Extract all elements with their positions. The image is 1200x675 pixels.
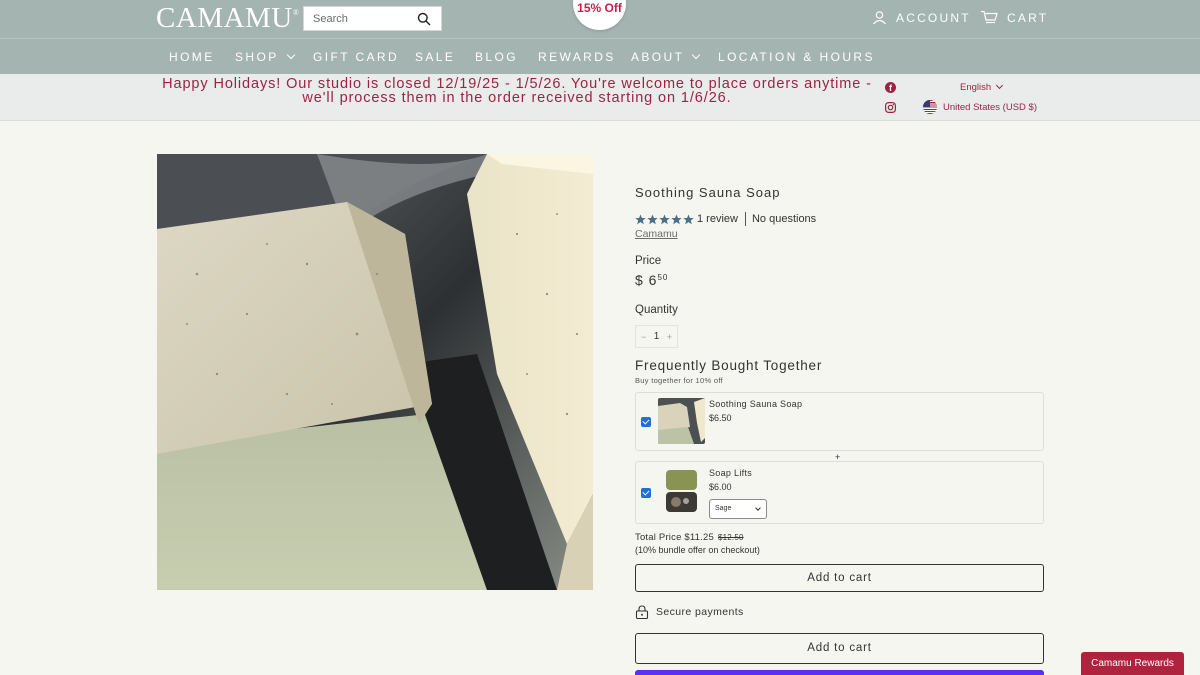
star-icon — [647, 213, 658, 224]
user-icon — [873, 11, 886, 25]
chevron-down-icon — [286, 50, 295, 60]
star-icon — [635, 213, 646, 224]
site-logo[interactable]: CAMAMU® — [156, 2, 299, 35]
rating-summary[interactable]: 1 review No questions — [635, 212, 816, 226]
soap-thumbnail-image — [658, 398, 705, 444]
facebook-icon[interactable]: f — [885, 82, 896, 93]
variant-selected-value: Sage — [715, 505, 732, 512]
price-dollars: $ 6 — [635, 272, 658, 288]
nav-item-shop[interactable]: SHOP — [235, 50, 295, 64]
language-label: English — [960, 82, 992, 93]
bundle-item: Soap Lifts $6.00 Sage — [635, 461, 1044, 524]
cart-label: CART — [1007, 10, 1049, 25]
currency-selector[interactable]: United States (USD $) — [923, 100, 1037, 114]
nav-item-home[interactable]: HOME — [169, 50, 215, 64]
main-nav: HOME SHOP GIFT CARD SALE BLOG REWARDS AB… — [0, 38, 1200, 74]
bundle-title: Frequently Bought Together — [635, 358, 823, 373]
chevron-down-icon — [996, 81, 1004, 90]
secure-payments: Secure payments — [635, 605, 744, 619]
question-count[interactable]: No questions — [752, 213, 816, 225]
bundle-add-to-cart-button[interactable]: Add to cart — [635, 564, 1044, 592]
bundle-offer-note: (10% bundle offer on checkout) — [635, 545, 760, 555]
product-image[interactable] — [157, 154, 593, 590]
vendor-link[interactable]: Camamu — [635, 228, 678, 240]
bundle-item: Soothing Sauna Soap $6.50 — [635, 392, 1044, 451]
announcement-bar: Happy Holidays! Our studio is closed 12/… — [0, 74, 1200, 121]
star-icon — [683, 213, 694, 224]
nav-label: BLOG — [475, 50, 518, 64]
star-icon — [659, 213, 670, 224]
bundle-item-name[interactable]: Soothing Sauna Soap — [709, 399, 802, 409]
nav-label: HOME — [169, 50, 215, 64]
nav-label: LOCATION & HOURS — [718, 50, 875, 64]
nav-label: REWARDS — [538, 50, 616, 64]
secure-payments-label: Secure payments — [656, 606, 744, 618]
account-label: ACCOUNT — [896, 10, 971, 25]
announcement-text: Happy Holidays! Our studio is closed 12/… — [162, 76, 872, 106]
nav-label: SALE — [415, 50, 456, 64]
add-to-cart-button[interactable]: Add to cart — [635, 633, 1044, 664]
rewards-launcher-button[interactable]: Camamu Rewards — [1081, 652, 1184, 675]
nav-label: SHOP — [235, 50, 279, 64]
nav-item-about[interactable]: ABOUT — [631, 50, 701, 64]
nav-item-sale[interactable]: SALE — [415, 50, 455, 64]
chevron-down-icon — [755, 505, 761, 511]
nav-label: GIFT CARD — [313, 50, 400, 64]
logo-text: CAMAMU — [156, 2, 293, 34]
quantity-stepper[interactable]: − 1 + — [635, 325, 678, 348]
account-link[interactable]: ACCOUNT — [872, 10, 971, 25]
bundle-original-price: $12.50 — [717, 533, 744, 542]
search-placeholder: Search — [313, 13, 348, 25]
nav-item-location-hours[interactable]: LOCATION & HOURS — [718, 50, 875, 64]
price-label: Price — [635, 255, 662, 267]
quantity-decrease-button[interactable]: − — [641, 332, 646, 342]
nav-item-gift-card[interactable]: GIFT CARD — [313, 50, 399, 64]
product-price: $ 650 — [635, 272, 668, 288]
bundle-item-thumbnail[interactable] — [658, 468, 705, 514]
search-icon[interactable] — [417, 12, 431, 26]
cart-link[interactable]: CART — [980, 10, 1048, 25]
nav-label: ABOUT — [631, 50, 685, 64]
bundle-subtitle: Buy together for 10% off — [635, 376, 723, 385]
chevron-down-icon — [692, 50, 701, 60]
search-input[interactable]: Search — [303, 6, 442, 31]
language-selector[interactable]: English — [960, 81, 1004, 93]
bundle-item-thumbnail[interactable] — [658, 398, 705, 444]
soap-photo — [157, 154, 593, 590]
rating-divider — [744, 212, 746, 226]
us-flag-icon — [923, 100, 937, 114]
price-cents: 50 — [657, 273, 669, 282]
star-icon — [671, 213, 682, 224]
quantity-value[interactable]: 1 — [654, 331, 660, 342]
review-count[interactable]: 1 review — [697, 213, 738, 225]
promo-badge-label: 15% Off — [577, 1, 622, 15]
bundle-item-name[interactable]: Soap Lifts — [709, 468, 752, 478]
bundle-item-checkbox[interactable] — [641, 417, 651, 427]
lock-icon — [635, 605, 649, 619]
variant-select[interactable]: Sage — [709, 499, 767, 519]
bundle-item-checkbox[interactable] — [641, 488, 651, 498]
bundle-item-price: $6.00 — [709, 482, 732, 492]
bundle-total: Total Price $11.25 $12.50 — [635, 532, 744, 543]
soap-lift-thumbnail-image — [666, 470, 697, 512]
quantity-increase-button[interactable]: + — [667, 332, 672, 342]
currency-label: United States (USD $) — [943, 101, 1037, 113]
bundle-total-price: Total Price $11.25 — [635, 532, 714, 543]
instagram-icon[interactable] — [885, 102, 896, 113]
nav-item-rewards[interactable]: REWARDS — [538, 50, 616, 64]
shop-pay-button[interactable] — [635, 670, 1044, 675]
cart-icon — [981, 10, 998, 24]
bundle-item-price: $6.50 — [709, 413, 732, 423]
quantity-label: Quantity — [635, 304, 678, 316]
logo-registered-mark: ® — [292, 8, 300, 17]
nav-item-blog[interactable]: BLOG — [475, 50, 518, 64]
product-title: Soothing Sauna Soap — [635, 185, 781, 200]
star-rating — [635, 213, 694, 225]
